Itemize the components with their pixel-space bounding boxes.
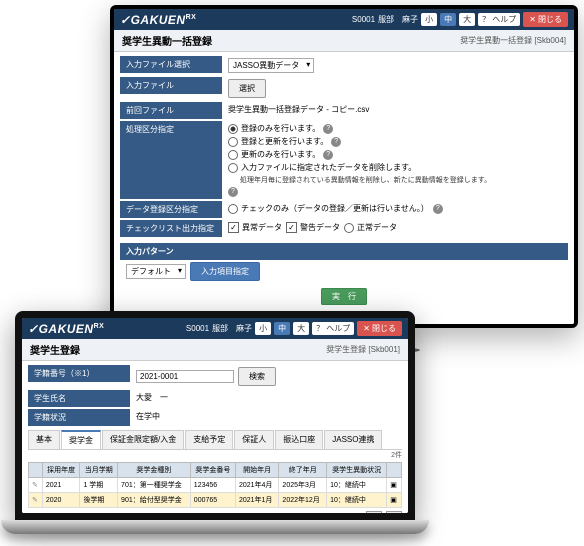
- file-select-dropdown[interactable]: JASSO異動データ: [228, 58, 314, 73]
- tab-basic[interactable]: 基本: [28, 430, 60, 449]
- desktop-monitor: ✓GAKUENRX S0001 服部 麻子 小 中 大 ？ ヘルプ ✕閉じる 奨…: [110, 5, 578, 328]
- help-button[interactable]: ？ ヘルプ: [312, 322, 354, 335]
- pattern-config-button[interactable]: 入力項目指定: [190, 262, 260, 281]
- app-logo: ✓GAKUENRX: [120, 13, 196, 27]
- close-button[interactable]: ✕閉じる: [523, 12, 568, 27]
- size-large[interactable]: 大: [293, 322, 309, 335]
- laptop-screen: ✓GAKUENRX S0001 服部 麻子 小 中 大 ？ ヘルプ ✕閉じる 奨…: [22, 318, 408, 513]
- main-content: 入力ファイル選択 JASSO異動データ 入力ファイル選択 前回ファイル奨学生異動一…: [114, 52, 574, 324]
- label-proc: 処理区分指定: [120, 121, 222, 199]
- page-code: 奨学生異動一括登録 [Skb004]: [460, 35, 566, 46]
- table-row[interactable]: ✎20211 学期701：第一種奨学金1234562021年4月2025年3月1…: [29, 478, 402, 493]
- student-no-input[interactable]: [136, 370, 234, 383]
- help-icon[interactable]: ?: [433, 204, 443, 214]
- radio-register-only[interactable]: 登録のみを行います。?: [228, 123, 333, 134]
- delete-row-button[interactable]: −: [386, 511, 402, 513]
- prev-file-value: 奨学生異動一括登録データ - コピー.csv: [222, 102, 568, 117]
- detail-icon[interactable]: ▣: [387, 478, 402, 493]
- label-prev-file: 前回ファイル: [120, 102, 222, 119]
- scholarship-table: 採用年度当月学期奨学金種別奨学金番号開始年月終了年月奨学生異動状況 ✎20211…: [28, 462, 402, 508]
- app-header-laptop: ✓GAKUENRX S0001 服部 麻子 小 中 大 ？ ヘルプ ✕閉じる: [22, 318, 408, 339]
- radio-update-only[interactable]: 更新のみを行います。?: [228, 149, 333, 160]
- new-row-button[interactable]: +: [366, 511, 382, 513]
- size-large[interactable]: 大: [459, 13, 475, 26]
- label-status: 学籍状況: [28, 409, 130, 426]
- row-count: 2件: [28, 450, 402, 460]
- close-button[interactable]: ✕閉じる: [357, 321, 402, 336]
- section-pattern: 入力パターン: [120, 243, 568, 260]
- table-header-row: 採用年度当月学期奨学金種別奨学金番号開始年月終了年月奨学生異動状況: [29, 463, 402, 478]
- check-abnormal[interactable]: 異常データ: [228, 222, 282, 233]
- edit-icon[interactable]: ✎: [29, 478, 43, 493]
- tab-guarantee[interactable]: 保証金限定額/入金: [102, 430, 184, 449]
- help-icon[interactable]: ?: [323, 150, 333, 160]
- edit-icon[interactable]: ✎: [29, 493, 43, 508]
- page-subheader: 奨学生異動一括登録 奨学生異動一括登録 [Skb004]: [114, 30, 574, 52]
- check-warning[interactable]: 警告データ: [286, 222, 340, 233]
- app-logo: ✓GAKUENRX: [28, 322, 104, 336]
- student-name-value: 大愛 一: [130, 390, 402, 405]
- label-checklist: チェックリスト出力指定: [120, 220, 222, 237]
- tab-payment[interactable]: 支給予定: [185, 430, 233, 449]
- page-title: 奨学生登録: [30, 342, 80, 357]
- tab-jasso[interactable]: JASSO連携: [324, 430, 382, 449]
- user-name: 服部 麻子: [378, 14, 418, 25]
- page-subheader: 奨学生登録 奨学生登録 [Skb001]: [22, 339, 408, 361]
- help-icon[interactable]: ?: [323, 124, 333, 134]
- label-input-file: 入力ファイル: [120, 77, 222, 94]
- page-title: 奨学生異動一括登録: [122, 33, 212, 48]
- label-file-select: 入力ファイル選択: [120, 56, 222, 73]
- user-name: 服部 麻子: [212, 323, 252, 334]
- status-value: 在学中: [130, 409, 402, 424]
- execute-button[interactable]: 実 行: [321, 288, 367, 305]
- size-small[interactable]: 小: [421, 13, 437, 26]
- help-icon[interactable]: ?: [331, 137, 341, 147]
- app-header: ✓GAKUENRX S0001 服部 麻子 小 中 大 ？ ヘルプ ✕閉じる: [114, 9, 574, 30]
- monitor-screen: ✓GAKUENRX S0001 服部 麻子 小 中 大 ？ ヘルプ ✕閉じる 奨…: [114, 9, 574, 324]
- help-button[interactable]: ？ ヘルプ: [478, 13, 520, 26]
- main-content-laptop: 学籍番号（※1） 検索 学生氏名大愛 一 学籍状況在学中 基本 奨学金 保証金限定…: [22, 361, 408, 513]
- pattern-dropdown[interactable]: デフォルト: [126, 264, 186, 279]
- search-button[interactable]: 検索: [238, 367, 276, 386]
- laptop-base: [1, 520, 429, 534]
- label-data-reg: データ登録区分指定: [120, 201, 222, 218]
- tab-scholarship[interactable]: 奨学金: [61, 430, 101, 449]
- file-choose-button[interactable]: 選択: [228, 79, 266, 98]
- laptop: ✓GAKUENRX S0001 服部 麻子 小 中 大 ？ ヘルプ ✕閉じる 奨…: [15, 311, 415, 536]
- page-code: 奨学生登録 [Skb001]: [326, 344, 400, 355]
- check-normal[interactable]: 正常データ: [344, 222, 397, 233]
- label-student-name: 学生氏名: [28, 390, 130, 407]
- proc-note: 処理年月毎に登録されている異動情報を削除し、新たに異動情報を登録します。: [240, 175, 491, 185]
- close-icon: ✕: [363, 324, 370, 333]
- tab-bar: 基本 奨学金 保証金限定額/入金 支給予定 保証人 振込口座 JASSO連携: [28, 430, 402, 450]
- radio-register-update[interactable]: 登録と更新を行います。?: [228, 136, 341, 147]
- table-row[interactable]: ✎2020後学期901：給付型奨学金0007652021年1月2022年12月1…: [29, 493, 402, 508]
- size-medium[interactable]: 中: [274, 322, 290, 335]
- tab-account[interactable]: 振込口座: [275, 430, 323, 449]
- size-medium[interactable]: 中: [440, 13, 456, 26]
- close-icon: ✕: [529, 15, 536, 24]
- label-student-no: 学籍番号（※1）: [28, 365, 130, 382]
- size-small[interactable]: 小: [255, 322, 271, 335]
- help-icon[interactable]: ?: [228, 187, 238, 197]
- radio-check-only[interactable]: チェックのみ（データの登録／更新は行いません。）: [228, 203, 429, 214]
- user-id: S0001: [352, 15, 375, 24]
- radio-delete[interactable]: 入力ファイルに指定されたデータを削除します。: [228, 162, 416, 173]
- user-id: S0001: [186, 324, 209, 333]
- tab-guarantor[interactable]: 保証人: [234, 430, 274, 449]
- detail-icon[interactable]: ▣: [387, 493, 402, 508]
